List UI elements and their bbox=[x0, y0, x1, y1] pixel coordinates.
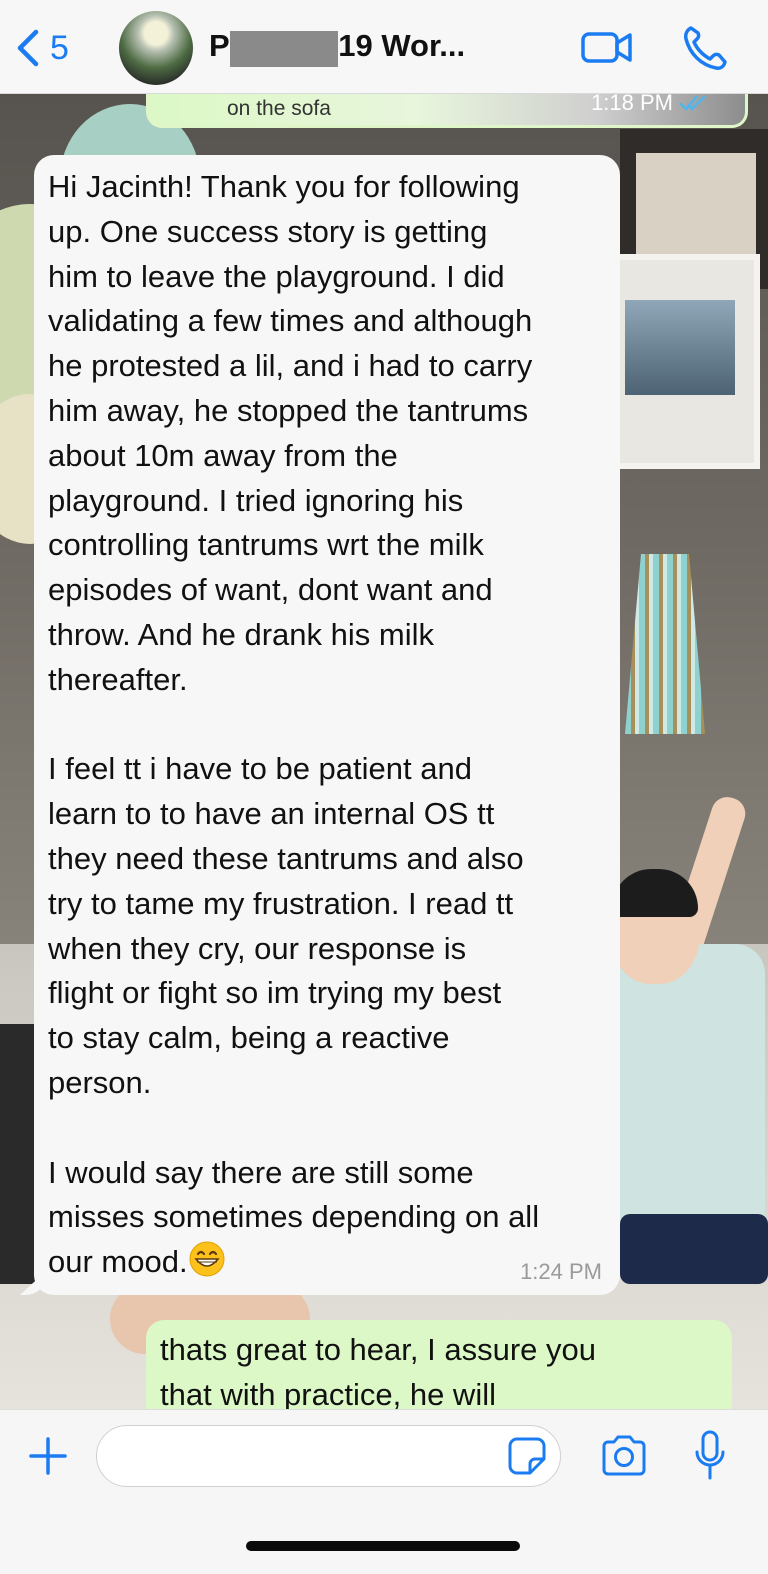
grinning-face-emoji-icon bbox=[189, 1241, 225, 1277]
chat-area[interactable]: on the sofa 1:18 PM Hi Jacinth! Thank yo… bbox=[0, 94, 768, 1409]
camera-icon[interactable] bbox=[600, 1434, 648, 1476]
home-indicator bbox=[246, 1541, 520, 1551]
wallpaper-frame bbox=[605, 254, 760, 469]
video-call-icon[interactable] bbox=[580, 22, 634, 72]
sticker-icon[interactable] bbox=[508, 1437, 546, 1475]
message-meta: 1:18 PM bbox=[591, 94, 709, 116]
message-bubble-incoming[interactable]: Hi Jacinth! Thank you for following up. … bbox=[34, 155, 620, 1295]
redaction-box bbox=[230, 31, 338, 67]
wallpaper-child bbox=[615, 944, 765, 1244]
read-receipt-icon bbox=[679, 95, 706, 111]
message-text: on the sofa bbox=[227, 97, 331, 120]
message-bubble-outgoing-previous[interactable]: on the sofa 1:18 PM bbox=[146, 94, 748, 128]
message-paragraph: I feel tt i have to be patient and learn… bbox=[48, 751, 524, 1100]
message-input[interactable] bbox=[96, 1425, 561, 1487]
message-paragraph: Hi Jacinth! Thank you for following up. … bbox=[48, 169, 533, 697]
message-time: 1:18 PM bbox=[591, 94, 673, 115]
message-bubble-outgoing[interactable]: thats great to hear, I assure you that w… bbox=[146, 1320, 732, 1409]
wallpaper-tassel bbox=[625, 554, 705, 734]
message-text: thats great to hear, I assure you that w… bbox=[160, 1332, 596, 1409]
phone-call-icon[interactable] bbox=[682, 22, 728, 72]
message-time: 1:24 PM bbox=[520, 1259, 602, 1284]
wallpaper-child-shorts bbox=[620, 1214, 768, 1284]
chevron-left-icon bbox=[17, 29, 39, 67]
chat-header: 5 Pa l Sep 19 Wor... bbox=[0, 0, 768, 94]
unread-count: 5 bbox=[50, 28, 69, 67]
back-button[interactable]: 5 bbox=[14, 26, 69, 70]
microphone-icon[interactable] bbox=[694, 1430, 726, 1482]
avatar[interactable] bbox=[119, 11, 193, 85]
plus-icon[interactable] bbox=[28, 1436, 68, 1476]
wallpaper-child-hair bbox=[612, 869, 698, 917]
